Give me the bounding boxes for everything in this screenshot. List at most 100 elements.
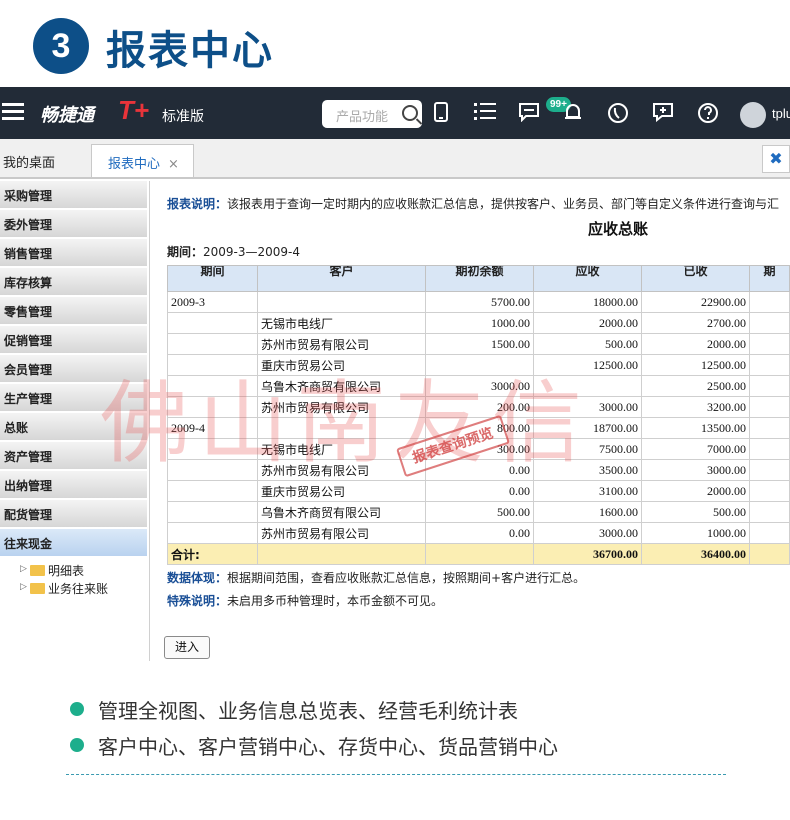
message-icon[interactable] bbox=[518, 102, 540, 124]
feature-item: 管理全视图、业务信息总览表、经营毛利统计表 bbox=[70, 695, 558, 731]
sidebar-item[interactable]: 促销管理 bbox=[0, 326, 147, 353]
table-cell: 2000.00 bbox=[533, 312, 642, 334]
table-cell bbox=[167, 333, 258, 355]
table-cell bbox=[167, 396, 258, 418]
help-icon[interactable] bbox=[697, 102, 719, 124]
desc-label: 报表说明： bbox=[167, 197, 228, 211]
period-value: 2009-3—2009-4 bbox=[203, 245, 301, 259]
table-cell: 乌鲁木齐商贸有限公司 bbox=[257, 375, 426, 397]
table-cell bbox=[167, 438, 258, 460]
table-cell bbox=[167, 501, 258, 523]
table-cell: 乌鲁木齐商贸有限公司 bbox=[257, 501, 426, 523]
table-row: 苏州市贸易有限公司 1500.00 500.00 2000.00 bbox=[167, 333, 790, 355]
enter-button[interactable]: 进入 bbox=[164, 636, 210, 659]
close-tab-icon[interactable]: × bbox=[168, 157, 179, 172]
total-row: 合计: 36700.00 36400.00 bbox=[167, 543, 790, 565]
data-note: 数据体现：根据期间范围，查看应收账款汇总信息，按照期间+客户进行汇总。 bbox=[167, 569, 585, 586]
table-cell bbox=[749, 501, 790, 523]
table-cell bbox=[749, 480, 790, 502]
table-header: 期间 客户 期初余额 应收 已收期 bbox=[167, 265, 790, 292]
bullet-icon bbox=[70, 702, 84, 716]
table-cell bbox=[533, 375, 642, 397]
search-input[interactable]: 产品功能 bbox=[322, 100, 422, 128]
divider bbox=[66, 774, 726, 775]
table-cell bbox=[425, 354, 534, 376]
period-line: 期间：2009-3—2009-4 bbox=[167, 243, 300, 260]
search-icon[interactable] bbox=[402, 105, 418, 121]
sidebar-item[interactable]: 往来现金 bbox=[0, 529, 147, 556]
table-cell bbox=[167, 480, 258, 502]
sidebar-item[interactable]: 出纳管理 bbox=[0, 471, 147, 498]
sidebar-item[interactable]: 资产管理 bbox=[0, 442, 147, 469]
tab-bar: 我的桌面 报表中心 × ✖ bbox=[0, 139, 790, 179]
table-cell: 3000.00 bbox=[533, 396, 642, 418]
tree-item-detail[interactable]: ▷ 明细表 bbox=[20, 562, 149, 580]
report-table: 期间 客户 期初余额 应收 已收期 2009-3 5700.00 18000.00 22900… bbox=[167, 265, 790, 565]
table-cell bbox=[749, 417, 790, 439]
tree-item-label: 明细表 bbox=[48, 564, 85, 578]
brand-logo: T+ bbox=[118, 95, 150, 125]
bullet-icon bbox=[70, 738, 84, 752]
folder-icon bbox=[30, 583, 45, 594]
table-cell bbox=[257, 417, 426, 439]
mobile-icon[interactable] bbox=[430, 102, 452, 124]
phone-icon[interactable] bbox=[607, 102, 629, 124]
menu-icon[interactable] bbox=[2, 103, 24, 121]
sidebar-item[interactable]: 销售管理 bbox=[0, 239, 147, 266]
feedback-icon[interactable] bbox=[652, 102, 674, 124]
sidebar-item[interactable]: 委外管理 bbox=[0, 210, 147, 237]
table-cell bbox=[749, 375, 790, 397]
sidebar-menu: 采购管理 委外管理 销售管理 库存核算 零售管理 促销管理 会员管理 生产管理 总账 资产管理 出纳… bbox=[0, 181, 149, 556]
data-note-label: 数据体现： bbox=[167, 571, 228, 585]
table-row: 苏州市贸易有限公司 200.00 3000.00 3200.00 bbox=[167, 396, 790, 418]
tab-home[interactable]: 我的桌面 bbox=[0, 144, 58, 177]
tab-report-center[interactable]: 报表中心 × bbox=[91, 144, 194, 177]
table-cell: 合计: bbox=[167, 543, 258, 565]
table-cell: 无锡市电线厂 bbox=[257, 312, 426, 334]
column-header: 期初余额 bbox=[425, 265, 534, 292]
table-cell: 2009-3 bbox=[167, 291, 258, 313]
feature-item: 客户中心、客户营销中心、存货中心、货品营销中心 bbox=[70, 731, 558, 767]
table-cell bbox=[257, 543, 426, 565]
expand-icon[interactable]: ▷ bbox=[20, 564, 27, 574]
table-row: 重庆市贸易公司 0.00 3100.00 2000.00 bbox=[167, 480, 790, 502]
period-label: 期间： bbox=[167, 245, 204, 259]
table-cell: 重庆市贸易公司 bbox=[257, 480, 426, 502]
table-cell: 500.00 bbox=[533, 333, 642, 355]
report-description: 报表说明：该报表用于查询一定时期内的应收账款汇总信息，提供按客户、业务员、部门等… bbox=[167, 195, 779, 212]
table-cell bbox=[167, 375, 258, 397]
table-cell: 苏州市贸易有限公司 bbox=[257, 522, 426, 544]
table-cell: 36700.00 bbox=[533, 543, 642, 565]
bell-icon[interactable] bbox=[562, 102, 584, 124]
tab-home-label: 我的桌面 bbox=[3, 156, 56, 171]
sidebar-item[interactable]: 总账 bbox=[0, 413, 147, 440]
user-name[interactable]: tplu bbox=[772, 106, 790, 121]
table-cell bbox=[749, 291, 790, 313]
sidebar-item[interactable]: 库存核算 bbox=[0, 268, 147, 295]
sidebar-item[interactable]: 配货管理 bbox=[0, 500, 147, 527]
table-cell bbox=[749, 543, 790, 565]
close-all-icon[interactable]: ✖ bbox=[762, 145, 790, 173]
table-cell: 12500.00 bbox=[533, 354, 642, 376]
column-header: 应收 bbox=[533, 265, 642, 292]
table-cell: 36400.00 bbox=[641, 543, 750, 565]
tree-item-business[interactable]: ▷ 业务往来账 bbox=[20, 580, 149, 598]
table-cell bbox=[167, 459, 258, 481]
sidebar-item[interactable]: 零售管理 bbox=[0, 297, 147, 324]
expand-icon[interactable]: ▷ bbox=[20, 582, 27, 592]
table-cell: 1000.00 bbox=[641, 522, 750, 544]
table-cell: 200.00 bbox=[425, 396, 534, 418]
table-cell: 1500.00 bbox=[425, 333, 534, 355]
sidebar-item[interactable]: 会员管理 bbox=[0, 355, 147, 382]
avatar[interactable] bbox=[740, 102, 766, 128]
column-header: 已收 bbox=[641, 265, 750, 292]
table-row: 乌鲁木齐商贸有限公司 3000.00 2500.00 bbox=[167, 375, 790, 397]
column-header: 期间 bbox=[167, 265, 258, 292]
sidebar-item[interactable]: 生产管理 bbox=[0, 384, 147, 411]
table-cell bbox=[749, 354, 790, 376]
table-cell bbox=[749, 396, 790, 418]
sidebar-item[interactable]: 采购管理 bbox=[0, 181, 147, 208]
table-row: 2009-3 5700.00 18000.00 22900.00 bbox=[167, 291, 790, 313]
app-topbar: 畅捷通 T+ 标准版 产品功能 99+ tplu bbox=[0, 87, 790, 139]
list-icon[interactable] bbox=[474, 102, 496, 124]
